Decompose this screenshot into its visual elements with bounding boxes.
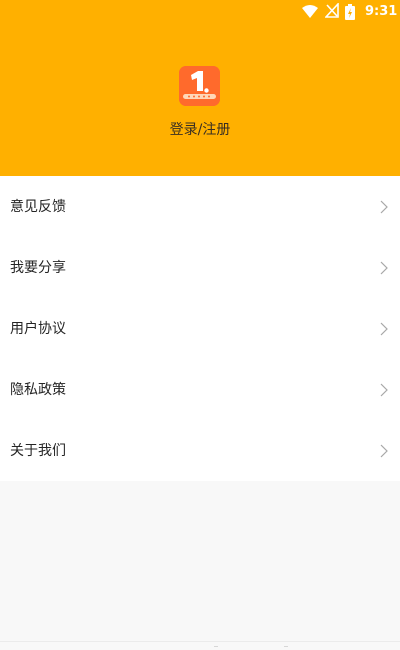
bottom-tab-marker (284, 646, 288, 647)
chevron-right-icon (380, 260, 388, 279)
menu-item-about-us[interactable]: 关于我们 (0, 420, 400, 481)
chevron-right-icon (380, 443, 388, 462)
menu-item-label: 我要分享 (10, 260, 66, 276)
menu-item-share[interactable]: 我要分享 (0, 237, 400, 298)
menu-item-privacy-policy[interactable]: 隐私政策 (0, 359, 400, 420)
login-register-link[interactable]: 登录/注册 (0, 121, 400, 139)
status-bar: 9:31 (0, 0, 400, 24)
menu-item-feedback[interactable]: 意见反馈 (0, 176, 400, 237)
app-logo-icon[interactable] (179, 66, 220, 106)
menu-item-label: 用户协议 (10, 321, 66, 337)
settings-menu: 意见反馈 我要分享 用户协议 隐私政策 关于我们 (0, 176, 400, 481)
chevron-right-icon (380, 199, 388, 218)
battery-charging-icon (344, 3, 356, 25)
menu-item-label: 关于我们 (10, 443, 66, 459)
signal-off-icon (324, 1, 339, 22)
chevron-right-icon (380, 382, 388, 401)
status-time: 9:31 (365, 4, 398, 19)
profile-header: 9:31 登录/注册 (0, 0, 400, 176)
wifi-icon (301, 3, 319, 23)
menu-item-user-agreement[interactable]: 用户协议 (0, 298, 400, 359)
bottom-tab-marker (214, 646, 218, 647)
chevron-right-icon (380, 321, 388, 340)
bottom-divider (0, 641, 400, 642)
menu-item-label: 意见反馈 (10, 199, 66, 215)
menu-item-label: 隐私政策 (10, 382, 66, 398)
